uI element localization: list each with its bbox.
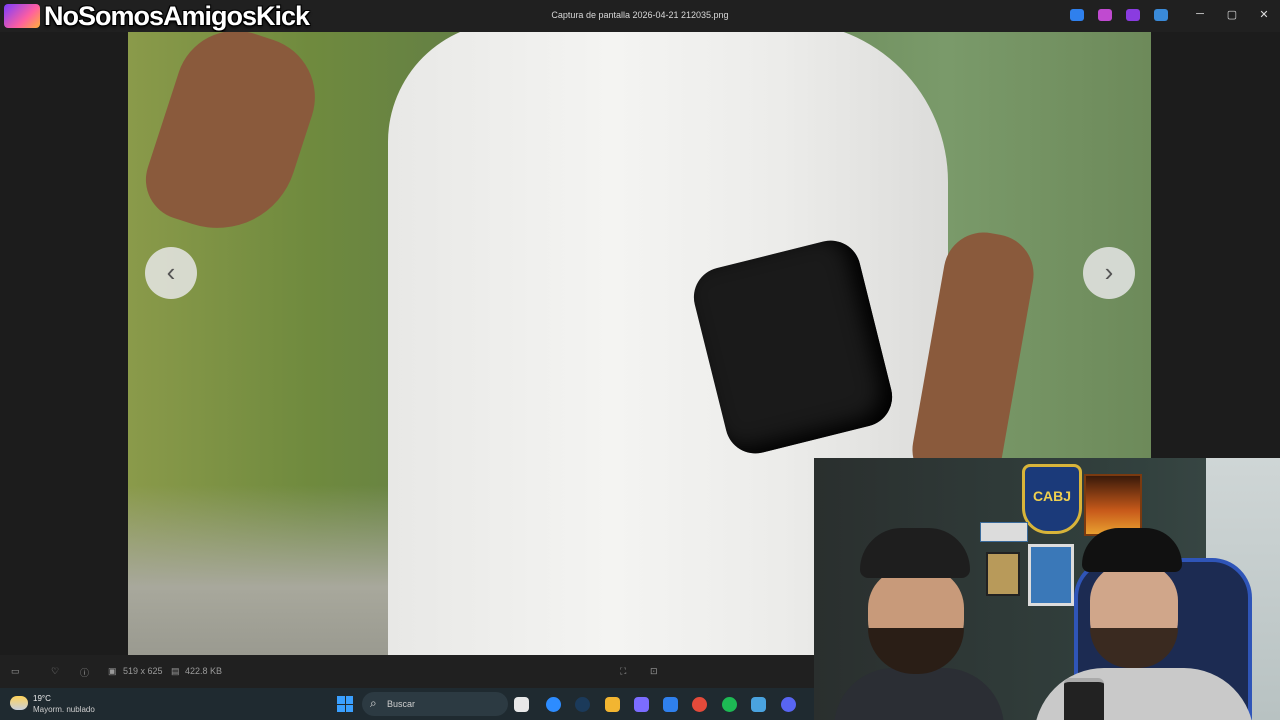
copilot-icon[interactable] xyxy=(634,697,649,712)
search-icon: ⌕ xyxy=(370,696,377,710)
next-image-button[interactable]: › xyxy=(1083,247,1135,299)
clipchamp-icon[interactable] xyxy=(1126,9,1140,21)
edit-icon[interactable] xyxy=(1070,9,1084,21)
previous-image-button[interactable]: ‹ xyxy=(145,247,197,299)
start-button[interactable] xyxy=(337,696,353,712)
streamer-left xyxy=(834,528,1004,720)
weather-icon[interactable] xyxy=(10,696,28,710)
weather-temperature[interactable]: 19°C xyxy=(33,694,51,703)
cloud-icon[interactable] xyxy=(1154,9,1168,21)
info-icon[interactable]: ⓘ xyxy=(80,666,89,679)
steam-icon[interactable] xyxy=(575,697,590,712)
fit-to-window-icon[interactable]: ⛶ xyxy=(620,666,626,677)
webcam-overlay: CABJ xyxy=(814,458,1280,720)
image-dimensions: 519 x 625 xyxy=(123,666,163,676)
close-button[interactable]: ✕ xyxy=(1254,8,1274,21)
filmstrip-icon[interactable]: ▭ xyxy=(11,666,20,677)
dimensions-icon: ▣ xyxy=(108,666,117,676)
taskbar-search[interactable]: ⌕ Buscar xyxy=(362,692,508,716)
file-size: 422.8 KB xyxy=(185,666,223,676)
chrome-icon[interactable] xyxy=(692,697,707,712)
mate-cup xyxy=(1064,678,1104,720)
spotify-icon[interactable] xyxy=(722,697,737,712)
cap-icon xyxy=(1082,528,1182,572)
folder-icon[interactable] xyxy=(605,697,620,712)
file-size-icon: ▤ xyxy=(171,666,180,676)
zoom-icon[interactable] xyxy=(546,697,561,712)
title-app-icons xyxy=(1070,9,1168,21)
favorite-icon[interactable]: ♡ xyxy=(51,666,59,677)
actual-size-icon[interactable]: ⊡ xyxy=(650,666,658,677)
streamer-right xyxy=(1034,528,1254,720)
search-placeholder: Buscar xyxy=(387,699,416,709)
discord-icon[interactable] xyxy=(781,697,796,712)
photo-arm-left xyxy=(135,32,331,249)
weather-condition[interactable]: Mayorm. nublado xyxy=(33,705,95,714)
club-shield: CABJ xyxy=(1022,464,1082,534)
maximize-button[interactable]: ▢ xyxy=(1222,8,1242,21)
cap-icon xyxy=(860,528,970,578)
title-bar: NoSomosAmigosKick Captura de pantalla 20… xyxy=(0,0,1280,32)
store-icon[interactable] xyxy=(663,697,678,712)
minimize-button[interactable]: ─ xyxy=(1190,8,1210,20)
wall-poster xyxy=(1084,474,1142,536)
photos-icon[interactable] xyxy=(751,697,766,712)
paint-icon[interactable] xyxy=(1098,9,1112,21)
file-explorer-icon[interactable] xyxy=(514,697,529,712)
